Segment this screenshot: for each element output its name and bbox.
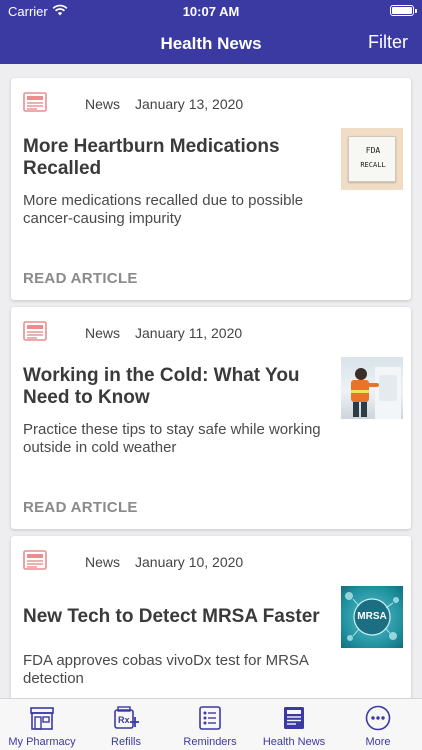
pharmacy-store-icon <box>30 707 54 730</box>
thumbnail-text: RECALL <box>360 161 386 169</box>
tab-label: Reminders <box>183 736 237 748</box>
tab-label: Refills <box>111 736 141 748</box>
article-meta: News January 13, 2020 <box>23 92 383 114</box>
news-feed[interactable]: News January 13, 2020 More Heartburn Med… <box>0 64 422 698</box>
status-bar: Carrier 10:07 AM <box>0 0 422 22</box>
tab-more[interactable]: More <box>336 699 420 750</box>
article-thumbnail[interactable]: FDA RECALL <box>341 128 403 190</box>
filter-button[interactable]: Filter <box>368 32 408 53</box>
worker-photo <box>351 367 401 419</box>
tab-health-news[interactable]: Health News <box>252 699 336 750</box>
article-thumbnail[interactable]: MRSA <box>341 586 403 648</box>
tab-refills[interactable]: Rx Refills <box>84 699 168 750</box>
newspaper-icon <box>284 707 304 729</box>
thumbnail-text: FDA <box>365 146 381 155</box>
article-date: January 10, 2020 <box>135 554 244 570</box>
read-article-link[interactable]: READ ARTICLE <box>23 270 138 287</box>
article-title[interactable]: New Tech to Detect MRSA Faster <box>23 606 323 628</box>
newspaper-icon <box>23 92 47 112</box>
article-card[interactable]: News January 13, 2020 More Heartburn Med… <box>11 78 411 300</box>
clock: 10:07 AM <box>182 4 240 19</box>
rx-text: Rx <box>118 715 130 725</box>
article-card[interactable]: News January 11, 2020 Working in the Col… <box>11 307 411 529</box>
article-meta: News January 10, 2020 <box>23 550 383 572</box>
article-date: January 11, 2020 <box>135 325 243 341</box>
article-category: News <box>85 96 121 112</box>
article-category: News <box>85 554 121 570</box>
read-article-link[interactable]: READ ARTICLE <box>23 499 138 516</box>
article-title[interactable]: More Heartburn Medications Recalled <box>23 136 323 180</box>
tab-bar: My Pharmacy Rx Refills Reminders Health … <box>0 698 422 750</box>
more-dots-icon <box>365 705 391 731</box>
article-date: January 13, 2020 <box>135 96 244 112</box>
tab-label: Health News <box>262 736 326 748</box>
newspaper-icon <box>23 321 47 341</box>
tab-label: More <box>365 736 391 748</box>
checklist-icon <box>199 706 221 730</box>
rx-refill-icon: Rx <box>114 706 139 729</box>
thumbnail-text: MRSA <box>357 611 387 622</box>
article-description: FDA approves cobas vivoDx test for MRSA … <box>23 652 309 687</box>
article-card[interactable]: News January 10, 2020 New Tech to Detect… <box>11 536 411 698</box>
nav-bar: Carrier 10:07 AM Health News Filter <box>0 0 422 64</box>
tab-reminders[interactable]: Reminders <box>168 699 252 750</box>
article-meta: News January 11, 2020 <box>23 321 383 343</box>
article-category: News <box>85 325 121 341</box>
newspaper-icon <box>23 550 47 570</box>
article-description: More medications recalled due to possibl… <box>23 192 304 227</box>
tab-my-pharmacy[interactable]: My Pharmacy <box>0 699 84 750</box>
article-description: Practice these tips to stay safe while w… <box>23 421 321 456</box>
battery-icon <box>390 5 417 16</box>
page-title: Health News <box>160 34 262 53</box>
tab-label: My Pharmacy <box>8 736 76 748</box>
article-thumbnail[interactable] <box>341 357 403 419</box>
article-title[interactable]: Working in the Cold: What You Need to Kn… <box>23 365 323 409</box>
